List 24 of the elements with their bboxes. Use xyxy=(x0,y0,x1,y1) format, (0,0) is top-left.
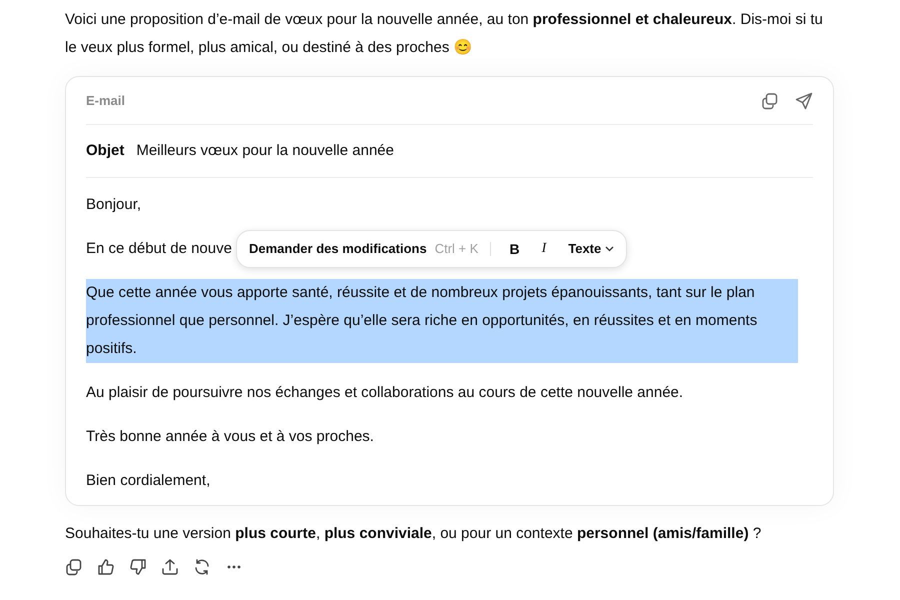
text-style-dropdown[interactable]: Texte xyxy=(562,235,614,263)
refresh-icon[interactable] xyxy=(193,558,211,576)
shortcut-hint: Ctrl + K xyxy=(434,240,478,258)
subject-label: Objet xyxy=(86,140,124,161)
email-paragraph: Au plaisir de poursuivre nos échanges et collaborations au cours de cette nouvelle année. xyxy=(86,383,684,403)
italic-button[interactable]: I xyxy=(534,235,554,263)
copy-icon[interactable] xyxy=(761,92,779,110)
email-paragraph: Que cette année vous apporte santé, réussite et de nombreux projets épanouissants, tant sur le plan professionnel que personnel. J’espère qu’elle sera riche en opportunités, en réussites et en moments positifs. xyxy=(86,279,798,363)
thumbs-down-icon[interactable] xyxy=(129,558,147,576)
caret-icon xyxy=(605,246,614,252)
thumbs-up-icon[interactable] xyxy=(97,558,115,576)
email-paragraph: En ce début de nouve xyxy=(86,239,232,259)
send-icon[interactable] xyxy=(795,92,813,110)
intro-text: Voici une proposition d’e-mail de vœux pour la nouvelle année, au ton professionnel et chaleureux. Dis-moi si tu le veux plus formel, plus amical, ou destiné à des proches 😊 xyxy=(65,10,824,58)
ask-changes-button[interactable]: Demander des modifications xyxy=(249,235,427,263)
subject-text: Meilleurs vœux pour la nouvelle année xyxy=(136,140,394,161)
email-paragraph: Très bonne année à vous et à vos proches. xyxy=(86,427,374,447)
card-label: E-mail xyxy=(86,92,126,110)
copy-icon[interactable] xyxy=(65,558,83,576)
followup-text: Souhaites-tu une version plus courte, plus conviviale, ou pour un contexte personnel (amis/famille) ? xyxy=(65,524,762,544)
email-paragraph: Bonjour, xyxy=(86,195,142,215)
bold-button[interactable]: B xyxy=(503,235,526,263)
email-paragraph: Bien cordialement, xyxy=(86,471,210,491)
share-icon[interactable] xyxy=(161,558,179,576)
